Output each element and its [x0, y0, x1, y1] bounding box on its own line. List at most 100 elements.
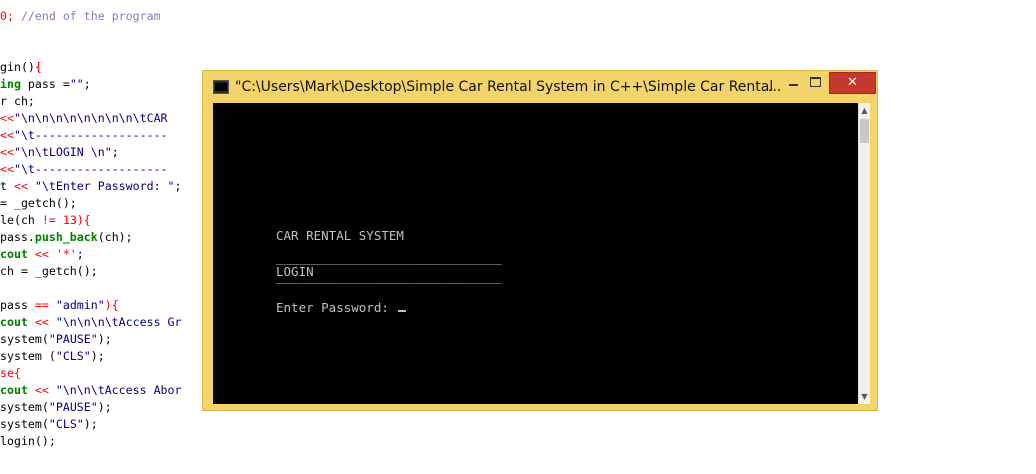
code-token: );: [97, 332, 112, 346]
code-token: <<: [27, 315, 56, 329]
code-token: <<: [0, 145, 14, 159]
code-token: "\n\n\tAccess Abor: [55, 383, 182, 397]
code-token: <<: [13, 179, 28, 193]
code-token: system(: [0, 417, 49, 431]
console-app-icon: [213, 80, 229, 94]
code-token: "PAUSE": [48, 400, 98, 414]
console-password-prompt: Enter Password:: [276, 300, 397, 315]
code-token: "CLS": [55, 349, 91, 363]
scroll-up-arrow-icon[interactable]: ▲: [859, 103, 870, 118]
console-window[interactable]: "C:\Users\Mark\Desktop\Simple Car Rental…: [202, 70, 878, 411]
code-token: "": [69, 77, 84, 91]
code-token: //end of the program: [13, 9, 161, 23]
code-token: <<: [0, 111, 14, 125]
code-token: system(: [0, 400, 49, 414]
code-line: <<"\t-------------------: [0, 161, 210, 178]
code-token: login();: [0, 434, 56, 448]
code-line: pass.push_back(ch);: [0, 229, 210, 246]
code-token: "\n\n\n\tAccess Gr: [55, 315, 182, 329]
window-title-ellipsis: ...: [768, 79, 782, 95]
window-title: "C:\Users\Mark\Desktop\Simple Car Rental…: [235, 79, 775, 95]
scroll-down-arrow-icon[interactable]: ▼: [859, 389, 870, 404]
code-line: login();: [0, 433, 210, 450]
code-token: "admin": [48, 298, 105, 312]
code-token: (ch);: [97, 230, 133, 244]
code-token: !=: [41, 213, 56, 227]
code-token: <<: [0, 128, 14, 142]
code-line: r ch;: [0, 93, 210, 110]
code-token: <<: [0, 162, 14, 176]
code-token: "\n\n\n\n\n\n\n\n\tCAR: [13, 111, 168, 125]
code-line: cout << "\n\n\n\tAccess Gr: [0, 314, 210, 331]
code-token: gin(): [0, 60, 35, 74]
code-token: {: [34, 60, 42, 74]
code-token: push_back: [34, 230, 98, 244]
code-token: se{: [0, 366, 21, 380]
console-prompt-line: Enter Password:: [276, 299, 407, 317]
code-token: );: [90, 349, 105, 363]
code-token: cout: [0, 315, 28, 329]
code-token: <<: [27, 383, 56, 397]
scroll-thumb[interactable]: [860, 119, 869, 143]
code-line: pass == "admin"){: [0, 297, 210, 314]
code-token: system(: [0, 332, 49, 346]
code-token: r ch;: [0, 94, 35, 108]
code-token: "PAUSE": [48, 332, 98, 346]
close-button[interactable]: ✕: [829, 72, 876, 94]
vertical-scrollbar[interactable]: ▲ ▼: [858, 103, 870, 404]
console-heading: CAR RENTAL SYSTEM: [276, 228, 404, 243]
code-line: cout << '*';: [0, 246, 210, 263]
code-token: "CLS": [48, 417, 84, 431]
code-line: t << "\tEnter Password: ";: [0, 178, 210, 195]
code-token: ;: [111, 145, 119, 159]
code-token: "\n\tLOGIN \n": [13, 145, 112, 159]
console-output-area[interactable]: CAR RENTAL SYSTEM ______________________…: [213, 103, 858, 404]
code-line: system("CLS");: [0, 416, 210, 433]
code-token: );: [83, 417, 98, 431]
code-token: pass: [0, 298, 35, 312]
code-line: se{: [0, 365, 210, 382]
close-icon: ✕: [847, 75, 858, 90]
code-token: <<: [27, 247, 56, 261]
code-token: ;: [174, 179, 182, 193]
code-token: ){: [104, 298, 119, 312]
code-token: pass.: [0, 230, 35, 244]
code-token: ing: [0, 77, 21, 91]
code-line: system("PAUSE");: [0, 399, 210, 416]
code-token: cout: [0, 247, 28, 261]
code-line: = _getch();: [0, 195, 210, 212]
maximize-button[interactable]: [805, 72, 827, 92]
code-token: 0;: [0, 9, 14, 23]
code-line: gin(){: [0, 59, 210, 76]
code-line: ch = _getch();: [0, 263, 210, 280]
code-token: ;: [76, 247, 84, 261]
code-line: system("PAUSE");: [0, 331, 210, 348]
code-line: 0; //end of the program: [0, 8, 400, 25]
code-token: "\tEnter Password: ": [27, 179, 175, 193]
code-token: "\t-------------------: [13, 128, 168, 142]
minimize-button[interactable]: [783, 72, 805, 92]
maximize-icon: [810, 77, 821, 87]
code-line: le(ch != 13){: [0, 212, 210, 229]
code-line: <<"\n\tLOGIN \n";: [0, 144, 210, 161]
minimize-icon: [789, 84, 798, 86]
code-token: system (: [0, 349, 56, 363]
console-rule-bottom: ______________________________: [276, 269, 502, 284]
code-line: <<"\t-------------------: [0, 127, 210, 144]
code-token: pass =: [20, 77, 70, 91]
code-token: le(ch: [0, 213, 42, 227]
title-bar[interactable]: "C:\Users\Mark\Desktop\Simple Car Rental…: [203, 71, 877, 102]
code-line: <<"\n\n\n\n\n\n\n\n\tCAR: [0, 110, 210, 127]
code-token: t: [0, 179, 14, 193]
code-token: ==: [34, 298, 49, 312]
code-token: 13: [55, 213, 77, 227]
text-cursor: [398, 310, 407, 312]
code-token: ;: [83, 77, 91, 91]
code-token: '*': [55, 247, 77, 261]
code-token: = _getch();: [0, 196, 77, 210]
code-line: cout << "\n\n\tAccess Abor: [0, 382, 210, 399]
code-token: ){: [76, 213, 91, 227]
